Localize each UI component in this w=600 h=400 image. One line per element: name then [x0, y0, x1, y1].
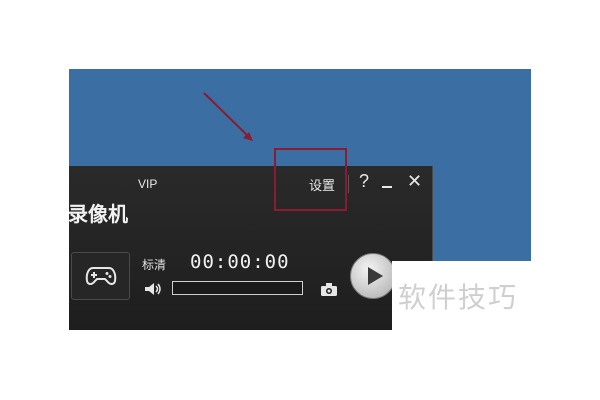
game-mode-button[interactable]: [71, 252, 130, 300]
progress-bar[interactable]: [172, 281, 303, 295]
recorder-window: VIP 设置 ? ✕ 录像机 标清 00:00:00: [68, 166, 433, 330]
app-title: 录像机: [68, 202, 128, 226]
recording-time: 00:00:00: [190, 251, 290, 273]
play-icon: [368, 267, 383, 285]
minimize-icon[interactable]: [382, 186, 392, 188]
quality-selector[interactable]: 标清: [142, 256, 166, 273]
record-play-button[interactable]: [350, 253, 396, 299]
help-icon[interactable]: ?: [359, 171, 369, 192]
camera-icon[interactable]: [320, 282, 338, 297]
settings-highlight-box: [274, 148, 347, 211]
watermark-text: 软件技巧: [398, 281, 519, 314]
gamepad-icon: [85, 267, 117, 285]
vip-label[interactable]: VIP: [138, 177, 157, 191]
close-icon[interactable]: ✕: [407, 171, 422, 192]
volume-icon[interactable]: [144, 282, 162, 296]
annotation-arrow: [203, 92, 253, 141]
titlebar-divider: [348, 175, 349, 193]
